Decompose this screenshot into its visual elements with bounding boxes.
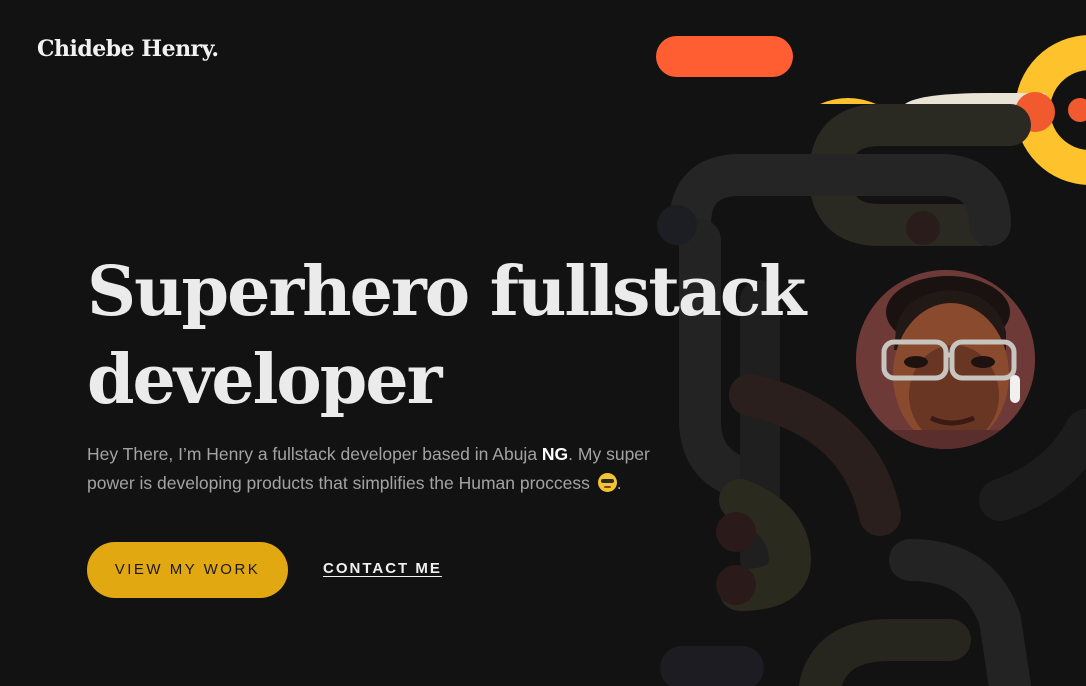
intro-text-end: . bbox=[616, 473, 622, 493]
orange-pill-shape bbox=[656, 36, 793, 77]
site-logo[interactable]: Chidebe Henry. bbox=[37, 36, 219, 62]
hero-title-line-1: Superhero fullstack bbox=[87, 252, 806, 332]
yellow-cap-shape bbox=[820, 98, 876, 104]
avatar bbox=[856, 270, 1035, 449]
hero-title-line-2: developer bbox=[87, 340, 442, 420]
intro-text: Hey There, I’m Henry a fullstack develop… bbox=[87, 444, 542, 464]
intro-country-code: NG bbox=[541, 444, 569, 464]
profile-photo bbox=[856, 270, 1035, 449]
contact-me-link[interactable]: CONTACT ME bbox=[323, 560, 442, 577]
sunglasses-emoji-icon bbox=[597, 473, 617, 492]
hero-intro: Hey There, I’m Henry a fullstack develop… bbox=[87, 440, 687, 498]
view-my-work-button[interactable]: VIEW MY WORK bbox=[87, 542, 288, 598]
hero-title: Superhero fullstack developer bbox=[87, 248, 807, 424]
